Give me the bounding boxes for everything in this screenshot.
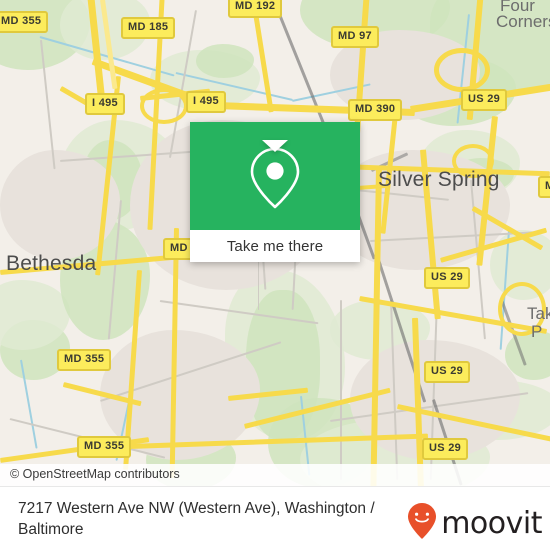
place-label-silver-spring: Silver Spring [378, 168, 500, 191]
route-shield-us-29: US 29 [461, 89, 508, 111]
route-shield-md-355: MD 355 [57, 349, 112, 371]
osm-attribution-text: © OpenStreetMap contributors [10, 467, 180, 481]
route-shield-md-355: MD 355 [77, 436, 132, 458]
moovit-map-screen: Bethesda Silver Spring Four Corners Tak … [0, 0, 550, 550]
footer-divider [0, 486, 550, 487]
route-shield-i-495: I 495 [186, 91, 226, 113]
take-me-there-button[interactable]: Take me there [227, 238, 323, 255]
route-shield-us-29: US 29 [422, 438, 469, 460]
route-shield-us-29: US 29 [424, 267, 471, 289]
route-shield-md: MD [538, 176, 550, 198]
popup-header [190, 122, 360, 230]
map-interchange [434, 48, 490, 92]
place-label-takoma: Tak [527, 304, 550, 323]
map-attribution-bar: © OpenStreetMap contributors [0, 464, 550, 486]
map-interchange [140, 88, 188, 124]
map-minor-road [340, 300, 342, 480]
popup-tail [262, 140, 288, 152]
page-footer: 7217 Western Ave NW (Western Ave), Washi… [0, 486, 550, 550]
location-title: 7217 Western Ave NW (Western Ave), Washi… [18, 500, 375, 538]
place-label-bethesda: Bethesda [6, 252, 97, 275]
route-shield-md-355: MD 355 [0, 11, 49, 33]
moovit-wordmark: moovit [441, 505, 542, 541]
route-shield-md-192: MD 192 [228, 0, 283, 18]
moovit-logo[interactable]: moovit [407, 502, 542, 545]
place-label-park: P [531, 322, 543, 341]
moovit-smiley-pin-icon [407, 502, 437, 545]
popup-action-bar[interactable]: Take me there [190, 230, 360, 262]
route-shield-md-97: MD 97 [331, 26, 379, 48]
route-shield-i-495: I 495 [85, 93, 125, 115]
route-shield-md-185: MD 185 [121, 17, 176, 39]
map-pin-icon [190, 144, 360, 212]
place-label-corners: Corners [496, 12, 550, 31]
route-shield-md-390: MD 390 [348, 99, 403, 121]
route-shield-us-29: US 29 [424, 361, 471, 383]
